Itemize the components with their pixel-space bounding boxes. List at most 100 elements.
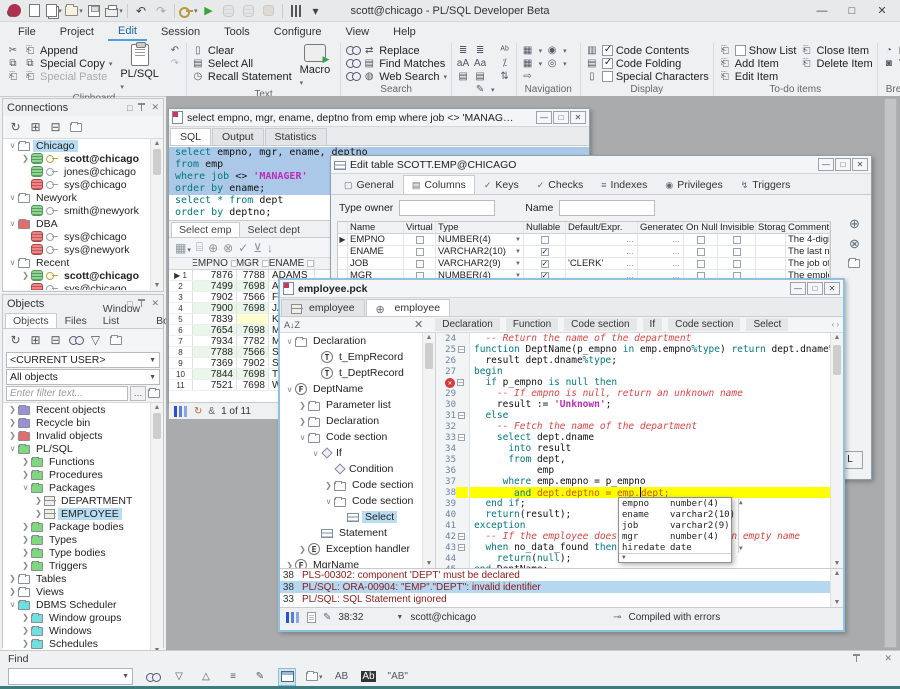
tree-item[interactable]: ❯Type bodies	[3, 546, 163, 559]
column-header[interactable]: Comments	[786, 222, 830, 233]
tree-item[interactable]: ❯Window groups	[3, 611, 163, 624]
lowercase-button[interactable]: Aa	[473, 57, 495, 70]
minimize-button[interactable]: —	[790, 282, 806, 295]
outdent-button[interactable]: ≣	[473, 44, 495, 57]
tree-item[interactable]: ❯Invalid objects	[3, 429, 163, 442]
chevron-icon[interactable]: ❯	[297, 401, 308, 410]
minimize-button[interactable]: —	[818, 158, 834, 171]
insert-record-button[interactable]: ⊕	[208, 241, 218, 255]
scroll-up-icon[interactable]: ▲	[151, 404, 163, 411]
add-column-button[interactable]: ⊕	[846, 216, 863, 232]
scroll-up-icon[interactable]: ▲	[739, 499, 743, 506]
menu-help[interactable]: Help	[383, 24, 426, 40]
chevron-icon[interactable]: ∨	[20, 483, 31, 492]
chevron-icon[interactable]: ❯	[33, 496, 44, 505]
new-document-button[interactable]	[25, 2, 43, 20]
chevron-icon[interactable]: ❯	[284, 561, 295, 569]
fold-icon[interactable]: –	[458, 412, 465, 419]
log-on-button[interactable]: ▾	[179, 2, 198, 20]
code-completion-popup[interactable]: empnonumber(4)enamevarchar2(10)jobvarcha…	[618, 497, 732, 563]
column-header[interactable]: Nullable	[524, 222, 566, 233]
chevron-icon[interactable]: ∨	[7, 193, 18, 202]
user-filter-combo[interactable]: <CURRENT USER>▼	[6, 352, 160, 368]
fetch-icon[interactable]: &	[208, 406, 215, 417]
tree-item[interactable]: Statement	[280, 525, 435, 541]
maximize-button[interactable]: □	[807, 282, 823, 295]
completion-item[interactable]: empnonumber(4)	[619, 498, 738, 509]
find-regexp-button[interactable]: "AB"	[387, 668, 409, 686]
collapse-button[interactable]: ⊟	[47, 332, 64, 349]
comment-block-button[interactable]: ▤	[456, 70, 470, 83]
code-folding-button[interactable]: ▤Code Folding	[585, 57, 709, 70]
special-paste-button[interactable]: ⎗Special Paste	[23, 70, 112, 83]
tab-output[interactable]: Output	[212, 128, 264, 145]
open-file-button[interactable]: ▾	[65, 2, 83, 20]
expand-button[interactable]: ⊞	[27, 332, 44, 349]
connection-folder-button[interactable]	[67, 119, 84, 136]
close-icon[interactable]: ✕	[151, 102, 159, 113]
column-header[interactable]: Name	[348, 222, 404, 233]
menu-configure[interactable]: Configure	[264, 24, 332, 40]
tree-item[interactable]: ❯Recycle bin	[3, 416, 163, 429]
tree-scrollbar[interactable]: ▲▼	[422, 333, 435, 568]
indent-button[interactable]: ≣	[456, 44, 470, 57]
special-characters-button[interactable]: ▯Special Characters	[585, 70, 709, 83]
virtual-checkbox[interactable]	[416, 248, 424, 256]
tree-item[interactable]: ❯Recent objects	[3, 403, 163, 416]
column-row[interactable]: ▶EMPNONUMBER(4)▼……The 4-digit number of …	[338, 234, 830, 246]
result-tab-select-emp[interactable]: Select emp	[171, 222, 240, 237]
tree-item[interactable]: ∨If	[280, 445, 435, 461]
breadcrumb-if[interactable]: If	[643, 318, 663, 331]
tree-item[interactable]: ❯Functions	[3, 455, 163, 468]
virtual-checkbox[interactable]	[416, 236, 424, 244]
special-copy-button[interactable]: ⧉Special Copy▾	[23, 57, 112, 70]
scroll-thumb[interactable]	[425, 343, 433, 369]
find-next-button[interactable]: ▽	[170, 668, 188, 686]
tree-item[interactable]: ∨PL/SQL	[3, 442, 163, 455]
pin-icon[interactable]	[138, 299, 145, 308]
sort-az-icon[interactable]: A↓Z	[284, 320, 314, 330]
tree-item[interactable]: ∨Recent	[3, 256, 163, 269]
find-scope-files-button[interactable]: ▾	[305, 668, 324, 686]
menu-file[interactable]: File	[8, 24, 46, 40]
replace-button[interactable]: ⇄Replace	[362, 44, 447, 57]
chevron-icon[interactable]: ❯	[297, 417, 308, 426]
chevron-icon[interactable]: ❯	[7, 431, 18, 440]
session-connection[interactable]: scott@chicago	[410, 612, 476, 623]
scroll-down-icon[interactable]: ▼	[151, 282, 163, 289]
ellipsis-button[interactable]: …	[672, 247, 681, 256]
preferences-button[interactable]	[287, 2, 305, 20]
tab-general[interactable]: ▢General	[335, 175, 403, 194]
tree-item[interactable]: ❯Tables	[3, 572, 163, 585]
pin-icon[interactable]	[853, 654, 860, 663]
add-connection-button[interactable]: ⊞	[27, 119, 44, 136]
find-matches-button[interactable]: ▤Find Matches	[362, 57, 447, 70]
find-previous-button[interactable]	[345, 70, 359, 82]
close-button[interactable]: ✕	[852, 158, 868, 171]
ellipsis-button[interactable]: …	[672, 259, 681, 268]
mdi-scrollbar[interactable]	[884, 98, 897, 648]
fold-icon[interactable]: –	[458, 434, 465, 441]
tree-item[interactable]: sys@newyork	[3, 243, 163, 256]
toggle-breakpoint-button[interactable]: ◙Toggle	[882, 57, 900, 70]
remove-connection-button[interactable]: ⊟	[47, 119, 64, 136]
chevron-icon[interactable]: ❯	[323, 481, 334, 490]
tree-item[interactable]: ❯Views	[3, 585, 163, 598]
chevron-icon[interactable]: ❯	[20, 470, 31, 479]
chevron-icon[interactable]: ❯	[20, 154, 31, 163]
find-input[interactable]: ▼	[8, 668, 133, 685]
chevron-down-icon[interactable]: ▼	[396, 614, 403, 621]
tab-columns[interactable]: ▤Columns	[403, 175, 475, 194]
type-owner-input[interactable]	[399, 200, 495, 216]
maximize-button[interactable]: □	[835, 158, 851, 171]
post-changes-button[interactable]: ✓	[238, 241, 248, 255]
tree-item[interactable]: ∨Chicago	[3, 139, 163, 152]
column-header[interactable]: Generated	[638, 222, 684, 233]
scroll-up-icon[interactable]: ▲	[151, 140, 163, 147]
save-button[interactable]	[85, 2, 103, 20]
uppercase-button[interactable]: aA	[456, 57, 470, 70]
find-list-results-button[interactable]: ≡	[224, 668, 242, 686]
compile-error-row[interactable]: 38PLS-00302: component 'DEPT' must be de…	[280, 569, 843, 581]
editor-scrollbar[interactable]: ▲▼	[830, 333, 843, 568]
delete-record-button[interactable]: ⊗	[223, 241, 233, 255]
